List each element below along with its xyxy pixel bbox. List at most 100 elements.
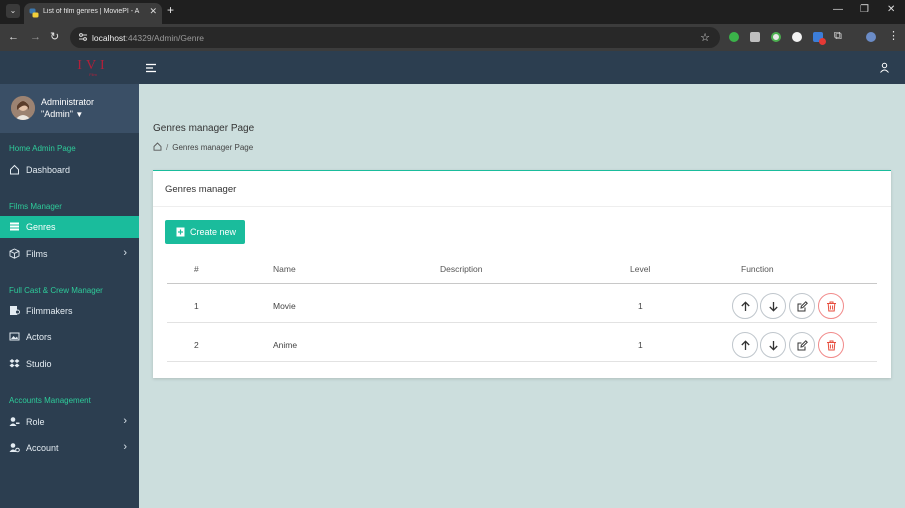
section-accounts: Accounts Management <box>9 396 91 405</box>
table-header-divider <box>167 283 877 284</box>
cell-level: 1 <box>638 340 643 350</box>
breadcrumb: / Genres manager Page <box>153 142 253 152</box>
create-new-label: Create new <box>190 227 237 237</box>
extension-badge-icon <box>819 38 826 45</box>
new-tab-button[interactable]: + <box>167 4 174 16</box>
move-down-button[interactable] <box>760 293 786 319</box>
extension-green-icon[interactable] <box>729 32 739 42</box>
extension-chrome-icon[interactable] <box>771 32 781 42</box>
arrow-up-icon <box>741 340 750 350</box>
sidebar-item-studio[interactable]: Studio <box>0 353 139 375</box>
studio-icon <box>9 359 20 368</box>
sidebar-item-dashboard[interactable]: Dashboard <box>0 159 139 181</box>
profile-avatar-icon[interactable] <box>866 32 876 42</box>
section-films-manager: Films Manager <box>9 202 62 211</box>
close-window-button[interactable]: ✕ <box>887 4 895 16</box>
address-bar[interactable]: localhost:44329/Admin/Genre ☆ <box>70 27 720 48</box>
home-icon <box>10 164 19 175</box>
browser-tab-bar: ⌄ List of film genres | MoviePI - A ✕ + … <box>0 0 905 24</box>
delete-button[interactable] <box>818 332 844 358</box>
browser-toolbar: ← → ↻ localhost:44329/Admin/Genre ☆ ⧉ ⋮ <box>0 24 905 51</box>
restore-button[interactable]: ❐ <box>860 4 869 16</box>
user-name[interactable]: "Admin" ▼ <box>41 109 83 119</box>
cell-number: 1 <box>194 301 199 311</box>
column-header-name: Name <box>273 264 296 274</box>
tab-close-icon[interactable]: ✕ <box>149 6 157 17</box>
genres-card: Genres manager Create new # Name Descrip… <box>153 170 891 378</box>
column-header-number: # <box>194 264 199 274</box>
browser-menu-icon[interactable]: ⋮ <box>888 30 899 42</box>
sidebar-item-label: Role <box>26 417 45 427</box>
user-key-icon <box>9 417 20 426</box>
table-row-divider <box>167 361 877 362</box>
table-row-divider <box>167 322 877 323</box>
sidebar-item-account[interactable]: Account › <box>0 437 139 459</box>
chevron-right-icon: › <box>123 415 127 427</box>
section-cast-crew: Full Cast & Crew Manager <box>9 286 103 295</box>
menu-toggle-icon[interactable] <box>145 62 157 74</box>
move-up-button[interactable] <box>732 332 758 358</box>
cell-name: Movie <box>273 301 296 311</box>
trash-icon <box>827 340 836 351</box>
reload-icon[interactable]: ↻ <box>50 31 59 43</box>
forward-icon[interactable]: → <box>30 31 41 43</box>
column-header-function: Function <box>741 264 774 274</box>
breadcrumb-home-icon[interactable] <box>153 142 162 151</box>
logo-sub: Film <box>89 72 97 77</box>
extension-white-icon[interactable] <box>792 32 802 42</box>
url-host: localhost <box>92 33 126 43</box>
sidebar-item-role[interactable]: Role › <box>0 411 139 433</box>
sidebar-item-label: Genres <box>26 222 56 232</box>
user-role: Administrator <box>41 97 95 107</box>
user-name-text: "Admin" <box>41 109 73 119</box>
sidebar-item-label: Films <box>26 249 48 259</box>
browser-tab[interactable]: List of film genres | MoviePI - A ✕ <box>24 3 162 24</box>
extensions-puzzle-icon[interactable]: ⧉ <box>834 30 842 42</box>
minimize-button[interactable]: — <box>833 4 843 16</box>
sidebar-item-films[interactable]: Films › <box>0 243 139 265</box>
back-icon[interactable]: ← <box>8 31 19 43</box>
trash-icon <box>827 301 836 312</box>
url-path: :44329/Admin/Genre <box>125 33 205 43</box>
edit-icon <box>797 340 808 351</box>
chevron-right-icon: › <box>123 247 127 259</box>
move-down-button[interactable] <box>760 332 786 358</box>
user-menu-icon[interactable] <box>879 62 890 73</box>
delete-button[interactable] <box>818 293 844 319</box>
card-divider <box>153 206 891 207</box>
move-up-button[interactable] <box>732 293 758 319</box>
cell-level: 1 <box>638 301 643 311</box>
page-title: Genres manager Page <box>153 123 255 134</box>
sidebar-item-genres[interactable]: Genres <box>0 216 139 238</box>
list-icon <box>10 222 19 231</box>
tab-search-button[interactable]: ⌄ <box>6 4 20 18</box>
column-header-description: Description <box>440 264 483 274</box>
sidebar-item-label: Actors <box>26 332 52 342</box>
bookmark-star-icon[interactable]: ☆ <box>700 31 710 44</box>
sidebar-item-label: Dashboard <box>26 165 71 175</box>
breadcrumb-separator: / <box>166 143 169 152</box>
python-favicon-icon <box>29 8 39 18</box>
edit-icon <box>797 301 808 312</box>
logo-text: IVI <box>77 58 108 73</box>
extension-grey-icon[interactable] <box>750 32 760 42</box>
edit-button[interactable] <box>789 332 815 358</box>
ivi-logo: IVI Film <box>77 58 108 77</box>
create-new-button[interactable]: Create new <box>165 220 245 244</box>
chevron-down-icon: ▼ <box>75 110 84 119</box>
chevron-right-icon: › <box>123 441 127 453</box>
edit-button[interactable] <box>789 293 815 319</box>
arrow-down-icon <box>769 341 778 351</box>
sidebar-item-actors[interactable]: Actors <box>0 326 139 348</box>
sidebar-item-label: Filmmakers <box>26 306 73 316</box>
avatar <box>11 96 35 120</box>
sidebar-item-label: Studio <box>26 359 52 369</box>
user-profile[interactable]: Administrator "Admin" ▼ <box>0 84 139 133</box>
url-text: localhost:44329/Admin/Genre <box>92 33 204 43</box>
filmmakers-icon <box>10 306 20 315</box>
tab-title: List of film genres | MoviePI - A <box>43 8 140 15</box>
arrow-up-icon <box>741 301 750 311</box>
site-info-icon[interactable] <box>78 32 88 42</box>
sidebar-item-filmmakers[interactable]: Filmmakers <box>0 300 139 322</box>
sidebar-item-label: Account <box>26 443 59 453</box>
